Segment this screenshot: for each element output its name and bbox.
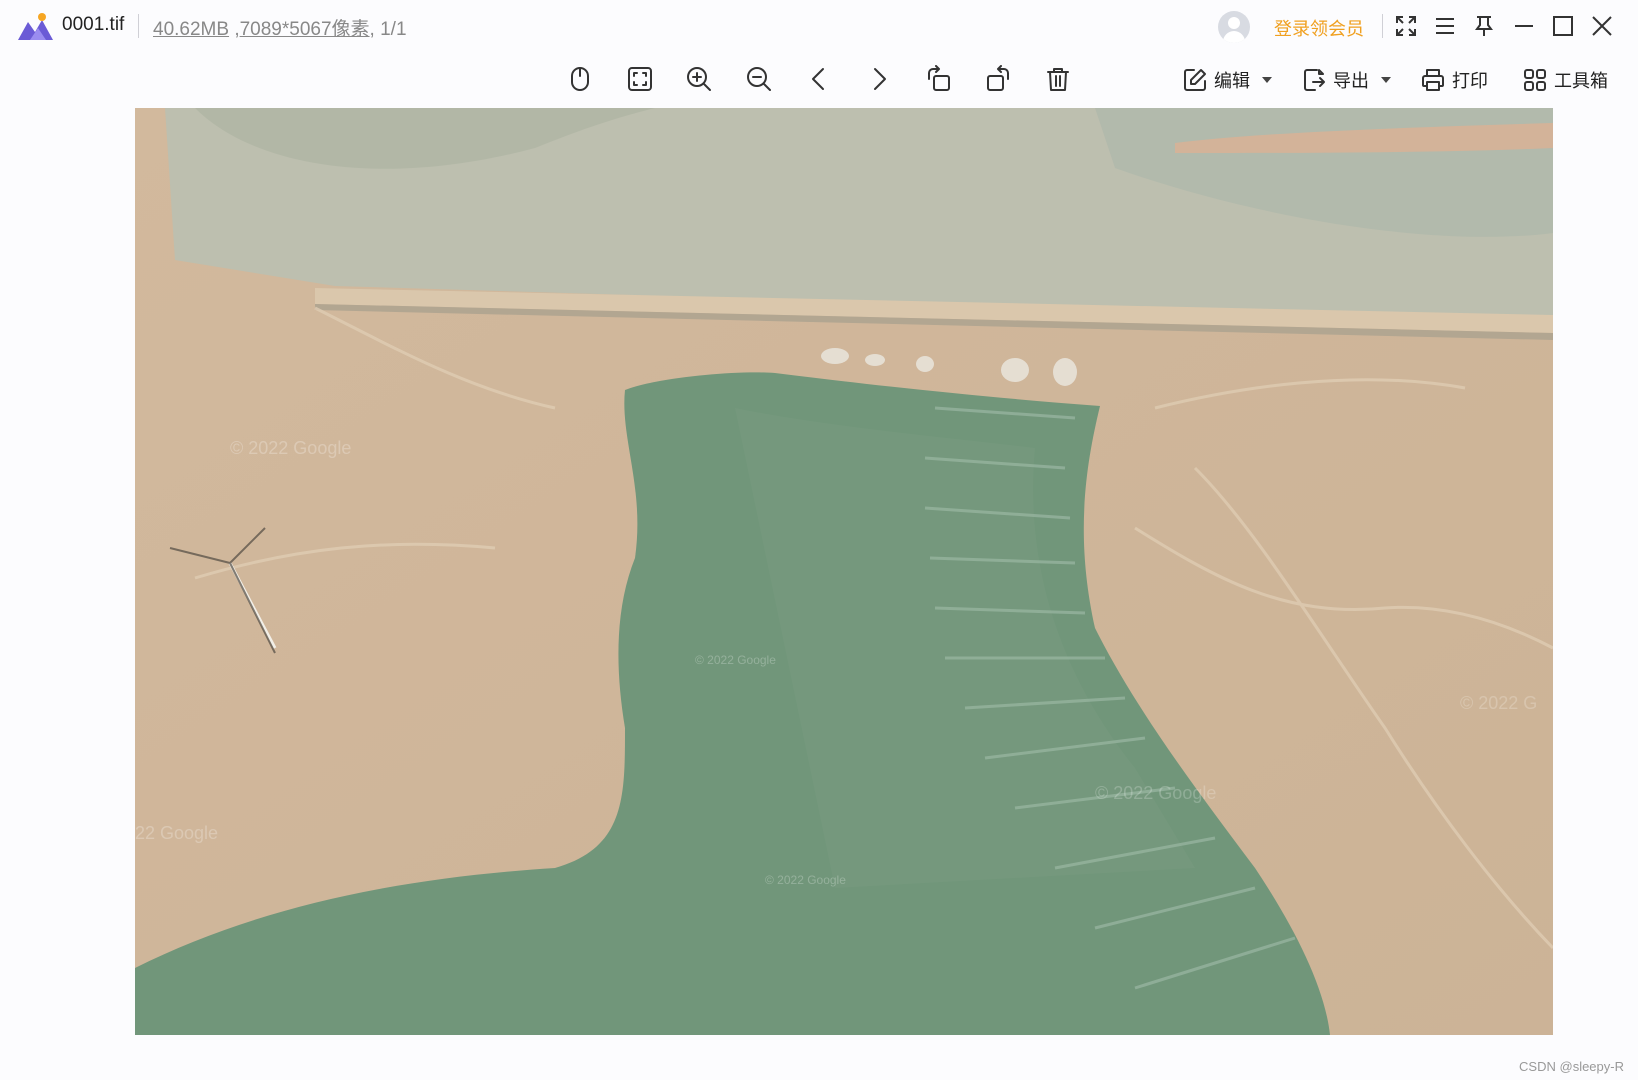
- export-menu-button[interactable]: 导出: [1301, 62, 1391, 98]
- grid-icon: [1524, 69, 1546, 91]
- fit-screen-icon[interactable]: [621, 60, 659, 98]
- satellite-image: [135, 108, 1553, 1035]
- close-icon[interactable]: [1586, 10, 1618, 42]
- page-info: , 1/1: [369, 19, 407, 40]
- toolbar: 编辑 导出 打印 工具箱: [0, 58, 1638, 102]
- print-button[interactable]: 打印: [1420, 62, 1488, 98]
- file-meta: 40.62MB ,7089*5067像素, 1/1: [153, 19, 407, 40]
- divider: [138, 14, 139, 38]
- watermark: © 2022 Google: [1095, 783, 1217, 803]
- fullscreen-icon[interactable]: [1390, 10, 1422, 42]
- pin-icon[interactable]: [1468, 10, 1500, 42]
- zoom-out-icon[interactable]: [740, 60, 778, 98]
- menu-icon[interactable]: [1429, 10, 1461, 42]
- file-name: 0001.tif: [62, 14, 125, 35]
- chevron-down-icon: [1381, 77, 1391, 83]
- image-viewer[interactable]: © 2022 Google © 2022 Google © 2022 Googl…: [135, 108, 1553, 1035]
- previous-icon[interactable]: [800, 60, 838, 98]
- next-icon[interactable]: [860, 60, 898, 98]
- export-label: 导出: [1333, 71, 1369, 91]
- user-avatar[interactable]: [1218, 11, 1250, 43]
- edit-icon: [1184, 69, 1206, 91]
- rotate-right-icon[interactable]: [979, 60, 1017, 98]
- watermark: 22 Google: [135, 823, 219, 843]
- export-icon: [1304, 69, 1325, 91]
- credit-text: CSDN @sleepy-R: [1519, 1059, 1624, 1074]
- title-bar: 0001.tif 40.62MB ,7089*5067像素, 1/1 登录领会员: [0, 0, 1638, 52]
- watermark: © 2022 G: [1460, 693, 1538, 713]
- watermark: © 2022 Google: [765, 873, 846, 887]
- mouse-mode-icon[interactable]: [561, 60, 599, 98]
- watermark: © 2022 Google: [695, 653, 776, 667]
- vip-login-link[interactable]: 登录领会员: [1274, 15, 1364, 41]
- printer-icon: [1422, 69, 1444, 91]
- edit-menu-button[interactable]: 编辑: [1182, 62, 1272, 98]
- file-size[interactable]: 40.62MB: [153, 19, 229, 40]
- app-logo-icon: [16, 12, 56, 42]
- image-dimensions[interactable]: 7089*5067像素: [240, 19, 370, 40]
- divider: [1382, 14, 1383, 38]
- toolbox-button[interactable]: 工具箱: [1522, 62, 1608, 98]
- toolbox-label: 工具箱: [1554, 71, 1608, 91]
- maximize-icon[interactable]: [1547, 10, 1579, 42]
- watermark: © 2022 Google: [230, 438, 352, 458]
- rotate-left-icon[interactable]: [920, 60, 958, 98]
- zoom-in-icon[interactable]: [680, 60, 718, 98]
- minimize-icon[interactable]: [1508, 10, 1540, 42]
- print-label: 打印: [1452, 71, 1488, 91]
- chevron-down-icon: [1262, 77, 1272, 83]
- edit-label: 编辑: [1214, 71, 1250, 91]
- delete-icon[interactable]: [1039, 60, 1077, 98]
